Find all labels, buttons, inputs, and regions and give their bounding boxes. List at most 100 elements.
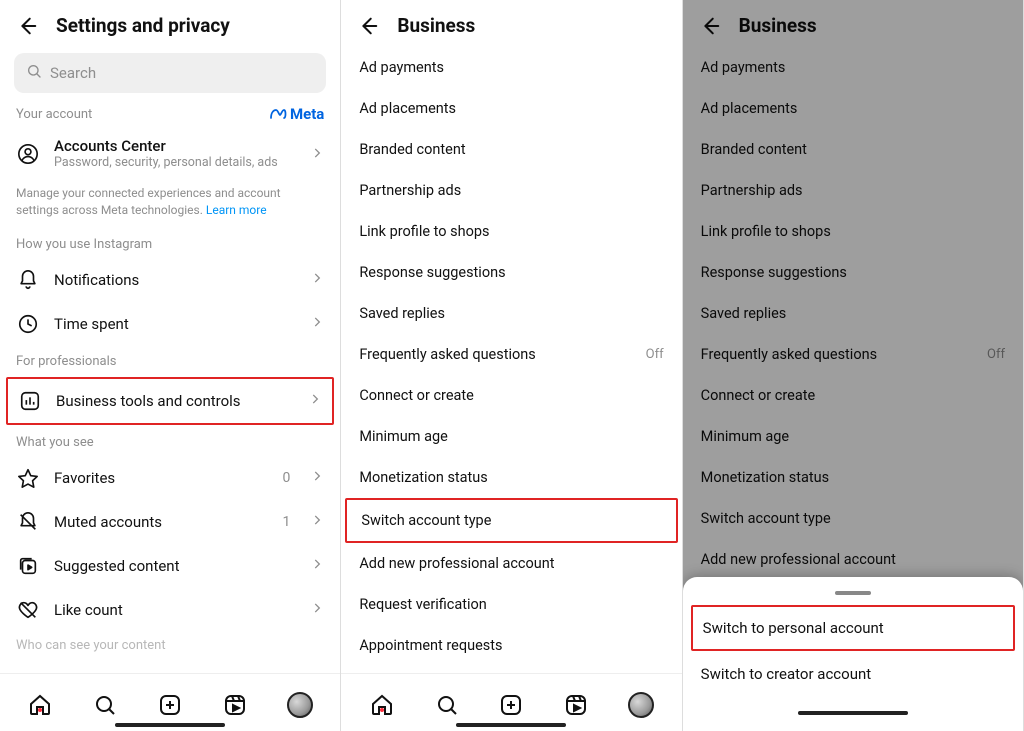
business-tools-row[interactable]: Business tools and controls — [8, 379, 332, 423]
back-button[interactable] — [699, 15, 721, 37]
panel-business-sheet: Business Ad payments Ad placements Brand… — [683, 0, 1024, 731]
chart-box-icon — [18, 389, 42, 413]
nav-create-icon[interactable] — [157, 692, 183, 718]
your-account-header: Your account Meta — [0, 103, 340, 127]
chevron-right-icon — [310, 314, 324, 333]
partnership-ads-row[interactable]: Partnership ads — [341, 170, 681, 211]
how-you-use-label: How you use Instagram — [0, 229, 340, 258]
accounts-center-row[interactable]: Accounts Center Password, security, pers… — [0, 127, 340, 181]
suggested-content-row[interactable]: Suggested content — [0, 544, 340, 588]
search-placeholder: Search — [50, 64, 96, 82]
your-account-label: Your account — [16, 107, 92, 122]
ad-payments-row[interactable]: Ad payments — [341, 47, 681, 88]
heart-off-icon — [16, 598, 40, 622]
chevron-right-icon — [310, 270, 324, 289]
switch-account-type-highlight: Switch account type — [345, 498, 677, 543]
settings-scroll: Your account Meta Accounts Center Passwo… — [0, 103, 340, 731]
back-button[interactable] — [357, 15, 379, 37]
chevron-right-icon — [308, 391, 322, 410]
learn-more-link[interactable]: Learn more — [206, 203, 267, 217]
bell-icon — [16, 268, 40, 292]
cutoff-section-label: Who can see your content — [0, 632, 340, 653]
faq-row[interactable]: Frequently asked questionsOff — [341, 334, 681, 375]
header: Business — [683, 0, 1023, 47]
switch-account-type-row[interactable]: Switch account type — [347, 500, 675, 541]
avatar-icon — [628, 692, 654, 718]
favorites-count: 0 — [282, 470, 290, 486]
chevron-right-icon — [310, 512, 324, 531]
saved-replies-row[interactable]: Saved replies — [341, 293, 681, 334]
time-spent-row[interactable]: Time spent — [0, 302, 340, 346]
sheet-handle[interactable] — [835, 591, 871, 595]
add-professional-account-row[interactable]: Add new professional account — [341, 543, 681, 584]
ad-placements-row[interactable]: Ad placements — [341, 88, 681, 129]
monetization-status-row[interactable]: Monetization status — [341, 457, 681, 498]
link-profile-shops-row[interactable]: Link profile to shops — [341, 211, 681, 252]
nav-profile-avatar[interactable] — [287, 692, 313, 718]
partnership-ads-row: Partnership ads — [683, 170, 1023, 211]
layers-icon — [16, 554, 40, 578]
like-count-row[interactable]: Like count — [0, 588, 340, 632]
meta-logo: Meta — [269, 105, 324, 123]
nav-reels-icon[interactable] — [563, 692, 589, 718]
nav-search-icon[interactable] — [434, 692, 460, 718]
time-spent-label: Time spent — [54, 315, 296, 333]
business-tools-highlight: Business tools and controls — [6, 377, 334, 425]
saved-replies-row: Saved replies — [683, 293, 1023, 334]
switch-personal-row[interactable]: Switch to personal account — [693, 607, 1013, 649]
chevron-right-icon — [310, 600, 324, 619]
appointment-requests-row[interactable]: Appointment requests — [341, 625, 681, 666]
chevron-right-icon — [310, 145, 324, 164]
nav-home-icon[interactable] — [27, 692, 53, 718]
home-indicator — [115, 723, 225, 727]
faq-row: Frequently asked questionsOff — [683, 334, 1023, 375]
muted-accounts-row[interactable]: Muted accounts 1 — [0, 500, 340, 544]
branded-content-row[interactable]: Branded content — [341, 129, 681, 170]
suggested-label: Suggested content — [54, 557, 296, 575]
favorites-label: Favorites — [54, 469, 268, 487]
connect-create-row[interactable]: Connect or create — [341, 375, 681, 416]
link-profile-shops-row: Link profile to shops — [683, 211, 1023, 252]
header: Business — [341, 0, 681, 47]
accounts-center-title: Accounts Center — [54, 137, 296, 155]
nav-reels-icon[interactable] — [222, 692, 248, 718]
switch-personal-highlight: Switch to personal account — [691, 605, 1015, 651]
nav-profile-avatar[interactable] — [628, 692, 654, 718]
nav-home-icon[interactable] — [369, 692, 395, 718]
like-count-label: Like count — [54, 601, 296, 619]
muted-label: Muted accounts — [54, 513, 268, 531]
switch-creator-row[interactable]: Switch to creator account — [683, 651, 1023, 697]
notifications-label: Notifications — [54, 271, 296, 289]
business-scroll-dimmed: Ad payments Ad placements Branded conten… — [683, 47, 1023, 640]
request-verification-row[interactable]: Request verification — [341, 584, 681, 625]
response-suggestions-row: Response suggestions — [683, 252, 1023, 293]
chevron-right-icon — [310, 556, 324, 575]
search-input[interactable]: Search — [14, 53, 326, 93]
home-indicator — [798, 711, 908, 715]
home-indicator — [456, 723, 566, 727]
favorites-row[interactable]: Favorites 0 — [0, 456, 340, 500]
manage-note: Manage your connected experiences and ac… — [0, 181, 340, 229]
switch-account-type-row: Switch account type — [683, 498, 1023, 539]
response-suggestions-row[interactable]: Response suggestions — [341, 252, 681, 293]
faq-trail: Off — [987, 347, 1005, 362]
back-button[interactable] — [16, 15, 38, 37]
minimum-age-row: Minimum age — [683, 416, 1023, 457]
business-tools-label: Business tools and controls — [56, 392, 294, 410]
panel-business: Business Ad payments Ad placements Brand… — [341, 0, 682, 731]
header: Settings and privacy — [0, 0, 340, 47]
accounts-center-subtitle: Password, security, personal details, ad… — [54, 155, 296, 171]
business-scroll: Ad payments Ad placements Branded conten… — [341, 47, 681, 731]
nav-search-icon[interactable] — [92, 692, 118, 718]
switch-account-sheet: Switch to personal account Switch to cre… — [683, 577, 1023, 731]
notification-dot — [38, 708, 42, 712]
person-circle-icon — [16, 142, 40, 166]
minimum-age-row[interactable]: Minimum age — [341, 416, 681, 457]
muted-count: 1 — [282, 514, 290, 530]
nav-create-icon[interactable] — [498, 692, 524, 718]
panel-settings-privacy: Settings and privacy Search Your account… — [0, 0, 341, 731]
search-icon — [26, 63, 42, 83]
faq-trail: Off — [646, 347, 664, 362]
add-professional-account-row: Add new professional account — [683, 539, 1023, 580]
notifications-row[interactable]: Notifications — [0, 258, 340, 302]
